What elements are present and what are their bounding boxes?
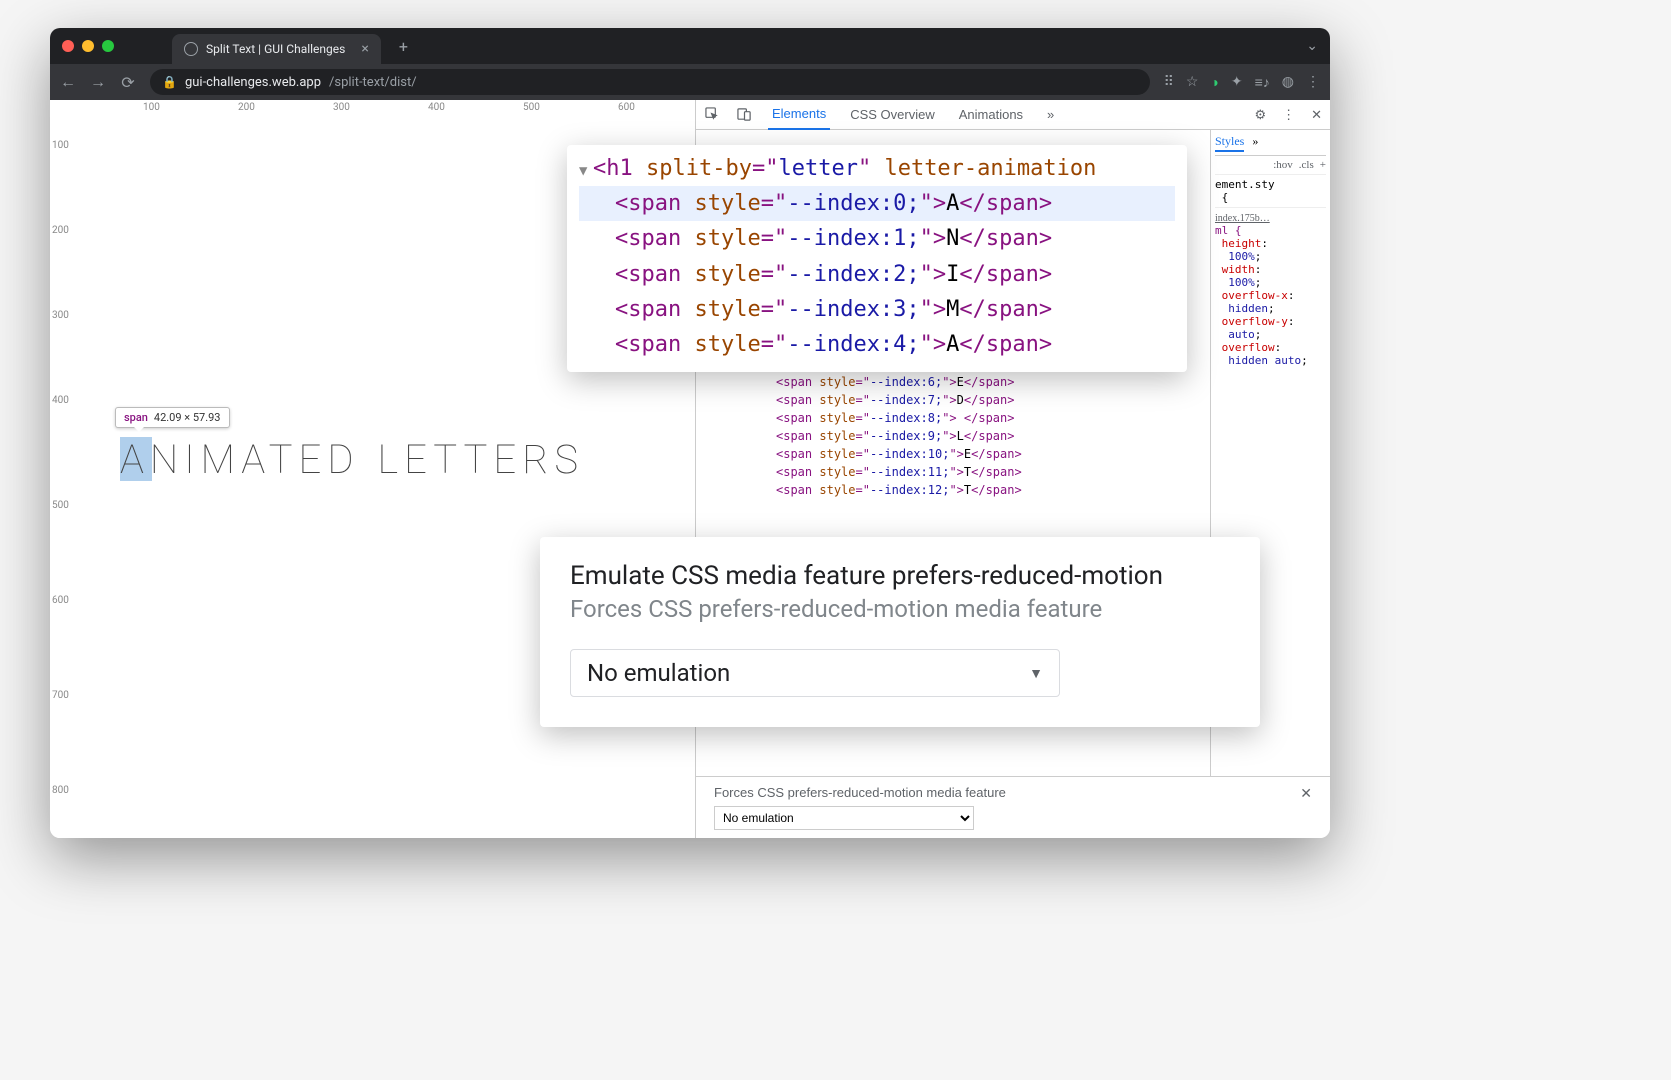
page-heading: ANIMATED LETTERS — [120, 436, 584, 483]
translate-icon[interactable]: ⠿ — [1164, 74, 1174, 90]
cls-toggle[interactable]: .cls — [1299, 159, 1314, 171]
ruler-horizontal: 100 200 300 400 500 600 — [50, 100, 695, 118]
heading-word2: LETTERS — [377, 436, 584, 483]
close-drawer-button[interactable]: ✕ — [1300, 785, 1312, 802]
select-value: No emulation — [587, 659, 730, 687]
close-window-button[interactable] — [62, 40, 74, 52]
browser-tab[interactable]: Split Text | GUI Challenges × — [172, 34, 381, 64]
ruler-tick: 800 — [52, 785, 69, 796]
rendering-drawer: ✕ Forces CSS prefers-reduced-motion medi… — [696, 776, 1330, 838]
close-tab-button[interactable]: × — [361, 41, 368, 57]
chevron-down-icon: ▼ — [1029, 665, 1043, 682]
rendering-title: Emulate CSS media feature prefers-reduce… — [570, 561, 1230, 591]
tabs-overflow-icon[interactable]: » — [1252, 134, 1258, 152]
ruler-tick: 200 — [52, 225, 69, 236]
css-declaration[interactable]: overflow-y: auto; — [1215, 315, 1326, 341]
ruler-tick: 600 — [52, 595, 69, 606]
url-input[interactable]: 🔒 gui-challenges.web.app/split-text/dist… — [150, 69, 1150, 95]
new-tab-button[interactable]: + — [399, 37, 408, 56]
minimize-window-button[interactable] — [82, 40, 94, 52]
callout-rendering-zoom: Emulate CSS media feature prefers-reduce… — [540, 537, 1260, 727]
maximize-window-button[interactable] — [102, 40, 114, 52]
ruler-tick: 400 — [52, 395, 69, 406]
url-host: gui-challenges.web.app — [185, 75, 321, 90]
ruler-tick: 600 — [618, 102, 635, 113]
prefers-reduced-motion-select-small[interactable]: No emulation — [714, 806, 974, 830]
reload-button[interactable]: ⟳ — [120, 73, 136, 92]
ruler-tick: 200 — [238, 102, 255, 113]
ruler-tick: 500 — [523, 102, 540, 113]
tabs-menu-button[interactable]: ⌄ — [1306, 38, 1318, 54]
tooltip-tag: span — [124, 411, 148, 424]
inspect-element-icon[interactable] — [704, 107, 720, 123]
ruler-tick: 300 — [52, 310, 69, 321]
tabs-overflow-button[interactable]: » — [1043, 100, 1058, 130]
css-declaration[interactable]: overflow-x: hidden; — [1215, 289, 1326, 315]
ruler-tick: 300 — [333, 102, 350, 113]
ruler-tick: 100 — [52, 140, 69, 151]
style-link[interactable]: index.175b… — [1215, 213, 1270, 224]
tab-css-overview[interactable]: CSS Overview — [846, 100, 939, 130]
ruler-tick: 100 — [143, 102, 160, 113]
inspect-tooltip: span 42.09 × 57.93 — [115, 407, 230, 428]
heading-word1: ANIMATED — [120, 436, 359, 483]
menu-icon[interactable]: ⋮ — [1306, 74, 1320, 90]
tab-elements[interactable]: Elements — [768, 100, 830, 130]
back-button[interactable]: ← — [60, 72, 76, 92]
address-bar: ← → ⟳ 🔒 gui-challenges.web.app/split-tex… — [50, 64, 1330, 100]
bookmark-icon[interactable]: ☆ — [1186, 74, 1199, 90]
style-selector: ml { — [1215, 224, 1242, 237]
rendering-desc: Forces CSS prefers-reduced-motion media … — [570, 595, 1230, 623]
profile-icon[interactable]: ◍ — [1282, 74, 1294, 90]
window-controls — [62, 40, 114, 52]
css-declaration[interactable]: height: 100%; — [1215, 237, 1326, 263]
hov-toggle[interactable]: :hov — [1273, 159, 1293, 171]
forward-button[interactable]: → — [90, 72, 106, 92]
more-icon[interactable]: ⋮ — [1282, 107, 1295, 123]
ruler-vertical: 100 200 300 400 500 600 700 800 — [50, 100, 74, 838]
prefers-reduced-motion-select[interactable]: No emulation ▼ — [570, 649, 1060, 697]
callout-dom-zoom: ▼<h1 split-by="letter" letter-animation<… — [567, 145, 1187, 372]
style-source: ement.sty — [1215, 178, 1275, 191]
lock-icon: 🔒 — [162, 75, 177, 89]
add-rule-button[interactable]: + — [1320, 159, 1326, 171]
tab-styles[interactable]: Styles — [1215, 134, 1244, 152]
titlebar: Split Text | GUI Challenges × + ⌄ — [50, 28, 1330, 64]
close-devtools-button[interactable]: ✕ — [1311, 107, 1322, 123]
css-declaration[interactable]: overflow: hidden auto; — [1215, 341, 1326, 367]
device-toggle-icon[interactable] — [736, 107, 752, 123]
tab-animations[interactable]: Animations — [955, 100, 1027, 130]
tab-title: Split Text | GUI Challenges — [206, 42, 345, 56]
toolbar-right: ⠿ ☆ ◑ ✦ ≡♪ ◍ ⋮ — [1164, 74, 1320, 91]
devtools-tabs: Elements CSS Overview Animations » ⚙ ⋮ ✕ — [696, 100, 1330, 130]
css-declaration[interactable]: width: 100%; — [1215, 263, 1326, 289]
extensions-icon[interactable]: ✦ — [1231, 74, 1243, 90]
ruler-tick: 400 — [428, 102, 445, 113]
ruler-tick: 700 — [52, 690, 69, 701]
tooltip-size: 42.09 × 57.93 — [154, 411, 221, 424]
ruler-tick: 500 — [52, 500, 69, 511]
reading-list-icon[interactable]: ≡♪ — [1255, 74, 1270, 91]
settings-icon[interactable]: ⚙ — [1254, 107, 1266, 123]
url-path: /split-text/dist/ — [329, 75, 417, 90]
favicon-icon — [184, 42, 198, 56]
rendering-desc-small: Forces CSS prefers-reduced-motion media … — [714, 785, 1312, 800]
style-rule: { — [1215, 191, 1228, 204]
extension-icon[interactable]: ◑ — [1210, 74, 1218, 91]
